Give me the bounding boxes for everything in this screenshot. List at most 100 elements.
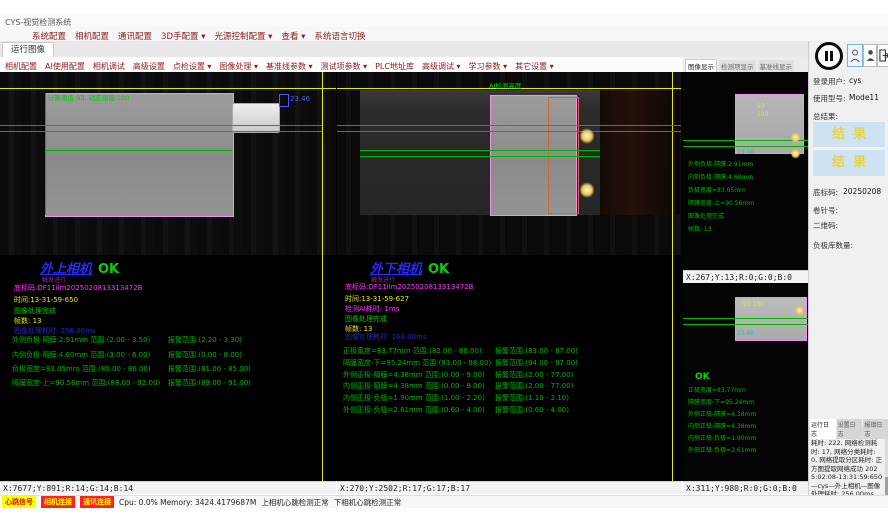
measurement-text: 隔膜宽度-上=90.56mm 范围:(88.00 - 92.00)	[12, 380, 160, 387]
window-titlebar: CYS-视觉检测系统	[0, 14, 888, 28]
left-camera-title: 外上相机	[40, 263, 92, 276]
mid-camera-title: 外下相机	[370, 263, 422, 276]
small-bottom-green-line-1	[683, 318, 808, 319]
small-top-overlay-value-1: 93	[757, 104, 765, 110]
alarm-range-text: 报警范围:(0.00 - 8.00)	[168, 352, 242, 359]
right-sidebar: 登录用户: cys 使用型号: Mode11 总结果: 结果 结果 底标码: 2…	[808, 41, 888, 508]
tool-advanced-settings[interactable]: 高级设置	[133, 61, 165, 72]
left-camera-ok-status: OK	[98, 263, 119, 276]
tab-run-image[interactable]: 运行图像	[2, 42, 54, 57]
measurement-text: 外侧正极-隔膜=4.38mm 范围:(0.00 - 9.00)	[343, 372, 485, 379]
tool-test-params[interactable]: 测试项参数 ▾	[321, 61, 368, 72]
status-bar: 心跳信号 相机连接 通讯连接 Cpu: 0.0% Memory: 3424.41…	[0, 495, 888, 508]
small-top-gold-spot-1	[791, 132, 800, 143]
left-yellow-guide-h	[0, 88, 336, 89]
measurement-text: 隔膜宽度-下=95.24mm 范围:(93.00 - 98.00)	[343, 360, 491, 367]
alarm-range-text: 报警范围:(2.00 - 77.00)	[495, 372, 573, 379]
small-top-overlay-cyan: 23.46	[737, 150, 754, 156]
small-top-coords: X:267;Y:13;R:0;G:0;B:0	[686, 273, 792, 282]
left-blue-marker	[279, 94, 289, 107]
left-blue-value: 23.46	[290, 96, 310, 103]
alarm-range-text: 报警范围:(2.20 - 3.30)	[168, 337, 242, 344]
mid-ai-time-text: 检测AI耗时: 1ms	[345, 306, 399, 313]
logout-button[interactable]	[877, 44, 888, 67]
tool-advanced-debug[interactable]: 高级调试 ▾	[422, 61, 461, 72]
small-bottom-info-line: 外侧正极-负极=2.61mm	[688, 448, 756, 454]
tool-other-settings[interactable]: 其它设置 ▾	[515, 61, 554, 72]
user-icon	[850, 49, 860, 63]
log-tab-run[interactable]: 运行日志	[810, 419, 836, 439]
camera-status-badge: 相机连接	[41, 496, 75, 508]
left-time-text: 时间:13-31-59-650	[14, 297, 78, 304]
bottom-barcode-label: 底标码:	[813, 187, 838, 198]
small-bottom-green-line-2	[683, 324, 808, 325]
tool-image-processing[interactable]: 图像处理 ▾	[219, 61, 258, 72]
log-tabs: 运行日志 设置日志 报错日志	[809, 426, 888, 439]
log-tab-errors[interactable]: 报错日志	[863, 419, 888, 439]
mid-coord-bar: X:270;Y:2502;R:17;G:17;B:17	[337, 481, 681, 494]
tool-plc-address[interactable]: PLC地址库	[375, 61, 414, 72]
mid-barcode-text: 底标码:DF11ilm2025020813313472B	[345, 284, 473, 291]
small-bottom-gold-spot	[795, 305, 804, 316]
tool-baseline-params[interactable]: 基准线参数 ▾	[266, 61, 313, 72]
left-connector-object	[232, 103, 280, 133]
small-bottom-info-line: 内侧正极-负极=1.90mm	[688, 436, 756, 442]
small-bottom-coords: X:311;Y:980;R:0;G:0;B:0	[686, 484, 797, 493]
measurement-text: 正极宽度=83.77mm 范围:(82.00 - 88.00)	[343, 348, 482, 355]
small-top-info-line: 内侧负极-隔膜:4.60mm	[688, 175, 753, 181]
mid-elapsed-text: 图像处理耗时: 163.00ms	[345, 334, 427, 341]
mid-ai-overlay: AI检测高度	[489, 83, 521, 90]
small-tab-detect-display[interactable]: 检测项显示	[719, 60, 756, 72]
alarm-range-text: 报警范围:(0.60 - 4.00)	[495, 407, 569, 414]
alarm-range-text: 报警范围:(2.00 - 77.00)	[495, 383, 573, 390]
small-bottom-overlay-cyan: 23.46	[737, 331, 754, 337]
mid-dark-region	[600, 90, 680, 215]
left-green-line-1	[0, 125, 322, 126]
tool-learning-params[interactable]: 学习参数 ▾	[469, 61, 508, 72]
comm-status-badge: 通讯连接	[80, 496, 114, 508]
pause-button[interactable]	[815, 42, 843, 70]
toolbar-items: 相机配置 AI使用配置 相机调试 高级设置 点检设置 ▾ 图像处理 ▾ 基准线参…	[5, 61, 554, 72]
mid-gold-contact-2	[580, 182, 594, 198]
alarm-range-text: 报警范围:(89.00 - 91.00)	[168, 380, 251, 387]
tool-ai-config[interactable]: AI使用配置	[45, 61, 85, 72]
alarm-range-text: 报警范围:(83.00 - 87.00)	[495, 348, 578, 355]
toolbar: 相机配置 AI使用配置 相机调试 高级设置 点检设置 ▾ 图像处理 ▾ 基准线参…	[0, 57, 683, 73]
mid-gold-contact-1	[580, 128, 594, 144]
operator-button[interactable]	[863, 44, 877, 67]
small-bottom-info-line: 内侧正极-隔膜=4.38mm	[688, 424, 756, 430]
left-threshold-overlay: 计算阈值:93, 动态阈值:100	[48, 95, 129, 102]
total-result-label: 总结果:	[813, 111, 838, 122]
mid-camera-ok-status: OK	[428, 263, 449, 276]
left-coords: X:7677;Y:891;R:14;G:14;B:14	[3, 484, 133, 493]
tool-camera-debug[interactable]: 相机调试	[93, 61, 125, 72]
left-yellow-guide-v	[322, 72, 323, 481]
small-tab-image-display[interactable]: 图像显示	[685, 59, 717, 72]
mid-camera-panel: AI检测高度 外下相机 OK 触发进行 底标码:DF11ilm202502081…	[337, 72, 681, 481]
measurement-text: 内侧正极-负极=1.90mm 范围:(1.00 - 2.20)	[343, 395, 485, 402]
small-tab-baseline-display[interactable]: 基准线显示	[758, 60, 795, 72]
operator-icon	[866, 49, 875, 62]
cpu-memory-text: Cpu: 0.0% Memory: 3424.4179687M	[119, 498, 256, 507]
result-box-upper: 结果	[813, 122, 885, 147]
tool-spot-check[interactable]: 点检设置 ▾	[173, 61, 212, 72]
anode-count-label: 负极库数量:	[813, 240, 853, 251]
left-process-done-text: 图像处理完成	[14, 308, 56, 315]
mid-green-line-3	[360, 150, 600, 151]
small-bottom-camera-panel[interactable]: 93 100 23.46 OK 正极宽度=83.77mm 隔膜宽度-下=95.2…	[683, 285, 808, 481]
small-top-info-line: 帧数: 13	[688, 227, 712, 233]
small-top-coord-bar: X:267;Y:13;R:0;G:0;B:0	[683, 270, 808, 283]
small-bottom-overlay-yellow: 93 100	[743, 302, 764, 308]
left-coord-bar: X:7677;Y:891;R:14;G:14;B:14	[0, 481, 336, 494]
mid-frame-count: 帧数: 13	[345, 326, 373, 333]
heartbeat-status-badge: 心跳信号	[2, 496, 36, 508]
small-top-camera-panel[interactable]: 93 100 23.46 外侧负极-隔膜:2.91mm 内侧负极-隔膜:4.60…	[683, 72, 808, 270]
small-top-info-line: 负极宽度=83.05mm	[688, 188, 746, 194]
left-elapsed-text: 图像处理耗时: 256.00ms	[14, 328, 96, 335]
tool-camera-config[interactable]: 相机配置	[5, 61, 37, 72]
small-bottom-ok-status: OK	[695, 373, 710, 382]
log-tab-settings[interactable]: 设置日志	[837, 419, 863, 439]
mid-green-line-2	[337, 131, 681, 132]
user-login-button[interactable]	[847, 44, 863, 67]
login-user-label: 登录用户:	[813, 76, 846, 87]
